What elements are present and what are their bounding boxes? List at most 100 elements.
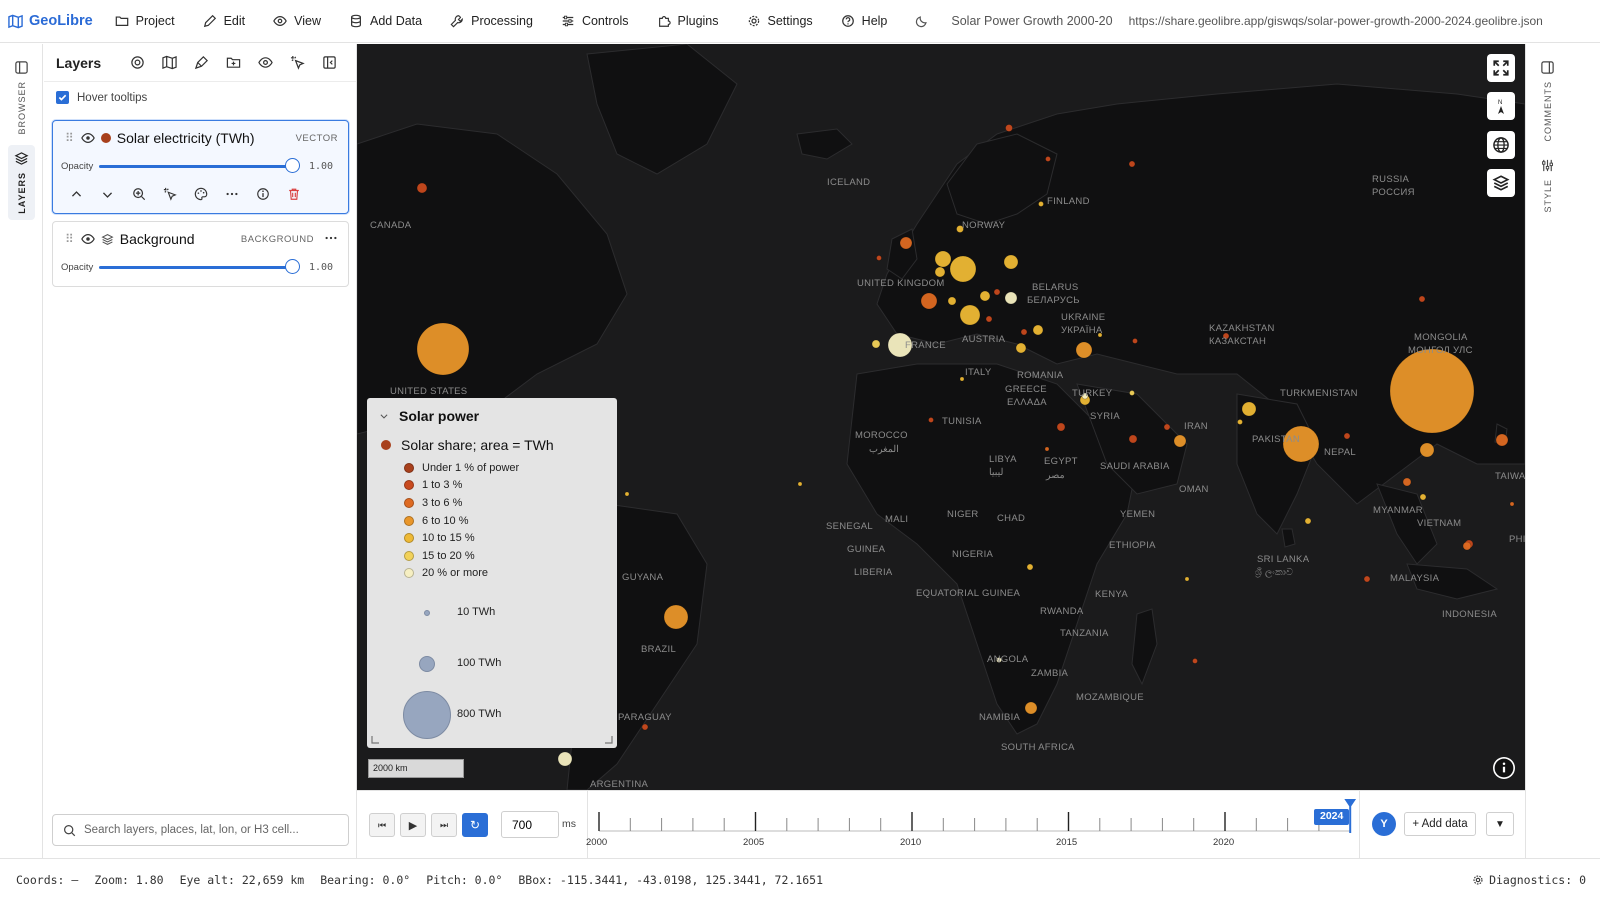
more-options-button[interactable] [324, 231, 338, 248]
solar-bubble[interactable] [1389, 348, 1475, 434]
solar-bubble[interactable] [1003, 254, 1019, 270]
solar-bubble[interactable] [1056, 422, 1066, 432]
drag-handle-icon[interactable]: ⠿ [65, 131, 74, 145]
solar-bubble[interactable] [928, 417, 934, 423]
theme-toggle[interactable] [915, 14, 929, 28]
skip-end-button[interactable]: ⏭ [431, 813, 457, 837]
collapse-panel-button[interactable] [313, 49, 345, 77]
solar-bubble[interactable] [1163, 423, 1171, 431]
legend-header[interactable]: Solar power [367, 398, 617, 434]
solar-bubble[interactable] [899, 236, 913, 250]
solar-bubble[interactable] [934, 250, 952, 268]
solar-bubble[interactable] [1495, 433, 1509, 447]
solar-bubble[interactable] [1015, 342, 1027, 354]
solar-bubble[interactable] [1462, 541, 1472, 551]
menu-add-data[interactable]: Add Data [349, 14, 422, 28]
solar-bubble[interactable] [1237, 419, 1243, 425]
solar-bubble[interactable] [1032, 324, 1044, 336]
solar-bubble[interactable] [871, 339, 881, 349]
solar-bubble[interactable] [1132, 338, 1138, 344]
solar-bubble[interactable] [1192, 658, 1198, 664]
solar-bubble[interactable] [1184, 576, 1190, 582]
solar-bubble[interactable] [959, 376, 965, 382]
fullscreen-button[interactable] [1487, 54, 1515, 82]
add-group-button[interactable] [217, 49, 249, 77]
solar-bubble[interactable] [959, 304, 981, 326]
layer-item-background[interactable]: ⠿ Background BACKGROUND Opacity 1.00 [52, 221, 349, 287]
add-data-dropdown[interactable]: ▼ [1486, 812, 1514, 836]
solar-bubble[interactable] [1173, 434, 1187, 448]
menu-project[interactable]: Project [115, 14, 175, 28]
solar-bubble[interactable] [1128, 434, 1138, 444]
eye-icon[interactable] [80, 131, 95, 145]
solar-bubble[interactable] [920, 292, 938, 310]
tab-layers[interactable]: LAYERS [8, 145, 35, 220]
menu-view[interactable]: View [273, 14, 321, 28]
zoom-to-layer-button[interactable] [123, 182, 154, 206]
tab-browser[interactable]: BROWSER [8, 54, 35, 141]
draw-button[interactable] [185, 49, 217, 77]
menu-help[interactable]: Help [841, 14, 887, 28]
solar-bubble[interactable] [1045, 156, 1051, 162]
tab-style[interactable]: STYLE [1534, 152, 1561, 219]
menu-plugins[interactable]: Plugins [657, 14, 719, 28]
diagnostics[interactable]: Diagnostics: 0 [1472, 873, 1586, 887]
solar-bubble[interactable] [641, 723, 649, 731]
opacity-slider[interactable] [99, 158, 300, 174]
skip-start-button[interactable]: ⏮ [369, 813, 395, 837]
solar-bubble[interactable] [947, 296, 957, 306]
style-button[interactable] [185, 182, 216, 206]
solar-bubble[interactable] [993, 288, 1001, 296]
opacity-slider[interactable] [99, 259, 300, 275]
move-down-button[interactable] [92, 182, 123, 206]
layer-info-button[interactable] [247, 182, 278, 206]
attribution-button[interactable] [1493, 757, 1515, 779]
solar-bubble[interactable] [1304, 517, 1312, 525]
solar-bubble[interactable] [1075, 341, 1093, 359]
menu-edit[interactable]: Edit [203, 14, 245, 28]
solar-bubble[interactable] [949, 255, 977, 283]
menu-processing[interactable]: Processing [450, 14, 533, 28]
solar-bubble[interactable] [624, 491, 630, 497]
solar-bubble[interactable] [1509, 501, 1515, 507]
more-options-button[interactable] [216, 182, 247, 206]
solar-bubble[interactable] [1402, 477, 1412, 487]
solar-bubble[interactable] [1044, 446, 1050, 452]
search-input[interactable] [84, 824, 334, 836]
layer-switcher-button[interactable] [1487, 169, 1515, 197]
loop-button[interactable]: ↻ [462, 813, 488, 837]
user-avatar[interactable]: Y [1372, 812, 1396, 836]
select-features-button[interactable] [281, 49, 313, 77]
solar-bubble[interactable] [1005, 124, 1013, 132]
resize-corner-icon[interactable] [605, 736, 613, 744]
solar-bubble[interactable] [876, 255, 882, 261]
project-url[interactable]: https://share.geolibre.app/giswqs/solar-… [1129, 14, 1543, 28]
solar-bubble[interactable] [797, 481, 803, 487]
solar-bubble[interactable] [1024, 701, 1038, 715]
tab-comments[interactable]: COMMENTS [1534, 54, 1561, 148]
add-layer-button[interactable] [121, 49, 153, 77]
brand[interactable]: GeoLibre [0, 13, 93, 29]
delete-layer-button[interactable] [278, 182, 309, 206]
drag-handle-icon[interactable]: ⠿ [65, 232, 74, 246]
identify-button[interactable] [154, 182, 185, 206]
solar-bubble[interactable] [557, 751, 573, 767]
solar-bubble[interactable] [1241, 401, 1257, 417]
compass-button[interactable]: N [1487, 92, 1515, 120]
timeline-scrubber[interactable] [589, 791, 1369, 859]
menu-settings[interactable]: Settings [747, 14, 813, 28]
toggle-visibility-button[interactable] [249, 49, 281, 77]
solar-bubble[interactable] [1026, 563, 1034, 571]
solar-bubble[interactable] [1363, 575, 1371, 583]
solar-bubble[interactable] [1419, 493, 1427, 501]
solar-bubble[interactable] [1038, 201, 1044, 207]
globe-button[interactable] [1487, 131, 1515, 159]
slider-knob[interactable] [285, 158, 300, 173]
solar-bubble[interactable] [979, 290, 991, 302]
move-up-button[interactable] [61, 182, 92, 206]
solar-bubble[interactable] [663, 604, 689, 630]
solar-bubble[interactable] [985, 315, 993, 323]
solar-bubble[interactable] [416, 322, 470, 376]
solar-bubble[interactable] [1128, 160, 1136, 168]
solar-bubble[interactable] [1418, 295, 1426, 303]
